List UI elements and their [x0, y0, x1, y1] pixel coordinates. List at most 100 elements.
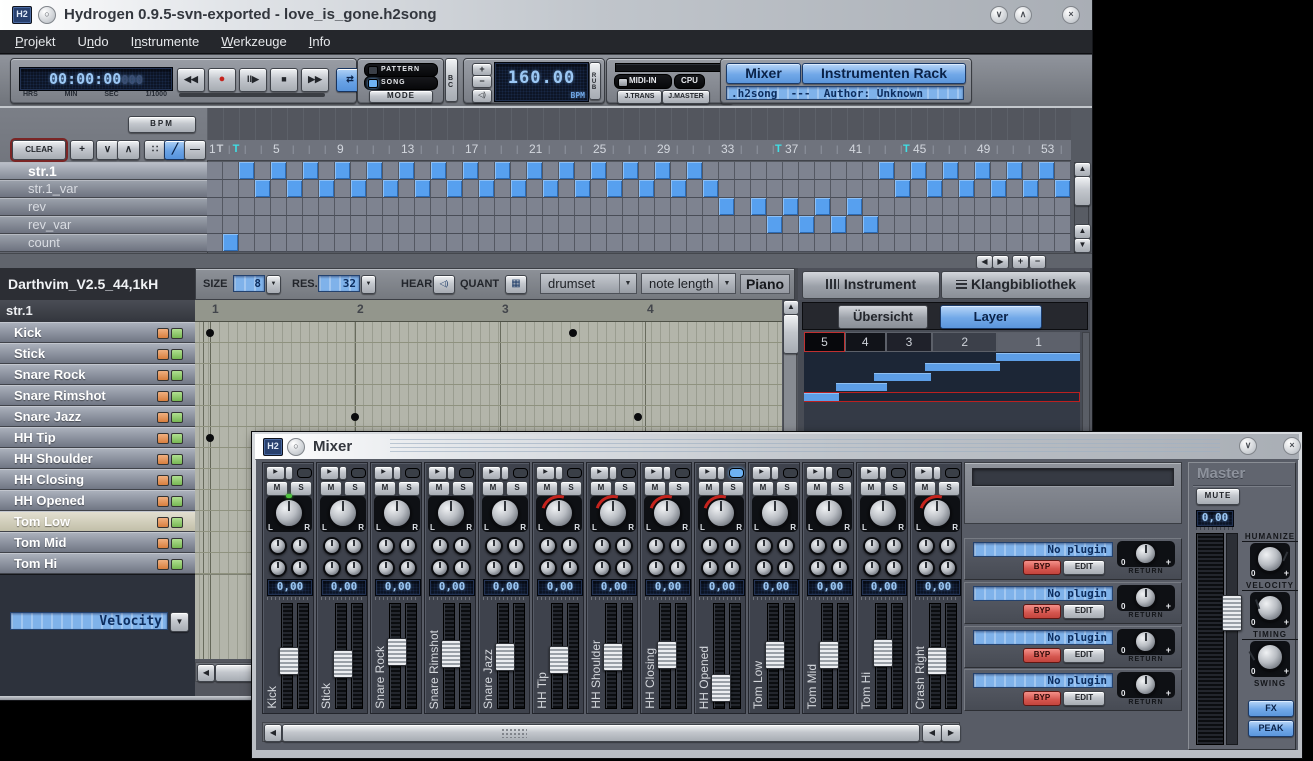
song-cell[interactable] [975, 198, 991, 216]
instrument-row-tom-mid[interactable]: Tom Mid [0, 532, 195, 553]
strip-play-button[interactable]: ▶ [698, 466, 717, 480]
move-up-button[interactable]: ∧ [117, 140, 140, 160]
instrument-row-snare-rock[interactable]: Snare Rock [0, 364, 195, 385]
song-cell[interactable] [351, 180, 367, 198]
song-cell[interactable] [527, 234, 543, 252]
song-hscroll-right-icon[interactable]: ▶ [992, 255, 1009, 269]
instrument-solo-button[interactable] [171, 475, 183, 486]
fx-return-knob[interactable] [1134, 630, 1157, 653]
tab-instrument[interactable]: Instrument [802, 271, 940, 299]
song-cell[interactable] [543, 234, 559, 252]
song-cell[interactable] [735, 162, 751, 180]
song-cell[interactable] [687, 198, 703, 216]
song-cell[interactable] [895, 180, 911, 198]
song-cell[interactable] [543, 216, 559, 234]
song-cell[interactable] [399, 180, 415, 198]
song-cell[interactable] [351, 162, 367, 180]
strip-trigger-button[interactable] [879, 466, 887, 480]
song-cell[interactable] [1039, 216, 1055, 234]
instrument-mute-button[interactable] [157, 454, 169, 465]
mixer-minimize-button[interactable]: ∨ [1239, 437, 1257, 455]
instrument-row-tom-hi[interactable]: Tom Hi [0, 553, 195, 574]
fx-bypass-button[interactable]: BYP [1023, 560, 1061, 575]
instrument-mute-button[interactable] [157, 433, 169, 444]
song-cell[interactable] [783, 234, 799, 252]
song-cell[interactable] [431, 162, 447, 180]
song-cell[interactable] [735, 216, 751, 234]
song-hscroll-left-icon[interactable]: ◀ [976, 255, 993, 269]
song-cell[interactable] [799, 198, 815, 216]
strip-fader-handle[interactable] [549, 646, 569, 674]
strip-solo-button[interactable]: S [830, 481, 852, 496]
instrument-mute-button[interactable] [157, 370, 169, 381]
song-cell[interactable] [1039, 198, 1055, 216]
song-cell[interactable] [975, 162, 991, 180]
main-titlebar[interactable]: H2 ○ Hydrogen 0.9.5-svn-exported - love_… [0, 0, 1092, 31]
song-cell[interactable] [319, 198, 335, 216]
song-cell[interactable] [959, 162, 975, 180]
fx-return-knob[interactable] [1134, 673, 1157, 696]
song-cell[interactable] [607, 180, 623, 198]
strip-play-button[interactable]: ▶ [806, 466, 825, 480]
song-cell[interactable] [319, 162, 335, 180]
fx-send-knob[interactable] [561, 537, 579, 555]
song-cell[interactable] [767, 198, 783, 216]
song-cell[interactable] [831, 198, 847, 216]
song-cell[interactable] [719, 180, 735, 198]
fx-send-knob[interactable] [593, 537, 611, 555]
layer-sample-bar[interactable] [836, 383, 887, 391]
song-cell[interactable] [623, 162, 639, 180]
song-cell[interactable] [463, 198, 479, 216]
song-cell[interactable] [319, 180, 335, 198]
strip-pan-knob[interactable] [274, 498, 304, 528]
fx-send-knob[interactable] [561, 559, 579, 577]
strip-solo-button[interactable]: S [776, 481, 798, 496]
song-cell[interactable] [671, 234, 687, 252]
song-cell[interactable] [607, 198, 623, 216]
song-cell[interactable] [1007, 234, 1023, 252]
strip-trigger-button[interactable] [555, 466, 563, 480]
note-length-select[interactable]: note length ▼ [641, 273, 736, 294]
song-cell[interactable] [671, 180, 687, 198]
fx-send-knob[interactable] [939, 559, 957, 577]
res-dropdown-icon[interactable]: ▼ [361, 275, 376, 294]
fx-send-knob[interactable] [399, 559, 417, 577]
song-cell[interactable] [367, 180, 383, 198]
strip-trigger-button[interactable] [825, 466, 833, 480]
instrument-solo-button[interactable] [171, 559, 183, 570]
instrument-solo-button[interactable] [171, 433, 183, 444]
instrument-mute-button[interactable] [157, 538, 169, 549]
song-cell[interactable] [655, 216, 671, 234]
song-cell[interactable] [911, 198, 927, 216]
strip-fader-handle[interactable] [819, 641, 839, 669]
window-menu-button[interactable]: ○ [38, 6, 56, 24]
metronome-button[interactable]: ◁) [472, 89, 492, 103]
fx-return-knob[interactable] [1134, 542, 1157, 565]
rack-mini-scrollbar[interactable] [1082, 332, 1090, 434]
song-cell[interactable] [943, 234, 959, 252]
rubberband-button[interactable]: RUB [589, 62, 601, 100]
song-cell[interactable] [495, 162, 511, 180]
song-cell[interactable] [847, 234, 863, 252]
song-cell[interactable] [591, 198, 607, 216]
instrument-row-hh-opened[interactable]: HH Opened [0, 490, 195, 511]
strip-trigger-button[interactable] [447, 466, 455, 480]
move-down-button[interactable]: ∨ [96, 140, 119, 160]
layer-header-1[interactable]: 1 [997, 332, 1080, 352]
song-cell[interactable] [383, 234, 399, 252]
song-cell[interactable] [703, 162, 719, 180]
song-cell[interactable] [287, 162, 303, 180]
hear-notes-button[interactable]: ◁) [433, 275, 455, 294]
strip-play-button[interactable]: ▶ [266, 466, 285, 480]
song-cell[interactable] [479, 234, 495, 252]
song-cell[interactable] [399, 162, 415, 180]
song-cell[interactable] [815, 162, 831, 180]
bpm-decrease-button[interactable]: − [472, 75, 492, 88]
song-cell[interactable] [383, 198, 399, 216]
fx-send-knob[interactable] [345, 537, 363, 555]
fx-send-knob[interactable] [323, 537, 341, 555]
strip-mute-button[interactable]: M [752, 481, 774, 496]
strip-mute-button[interactable]: M [590, 481, 612, 496]
strip-mute-button[interactable]: M [536, 481, 558, 496]
fx-send-knob[interactable] [485, 537, 503, 555]
